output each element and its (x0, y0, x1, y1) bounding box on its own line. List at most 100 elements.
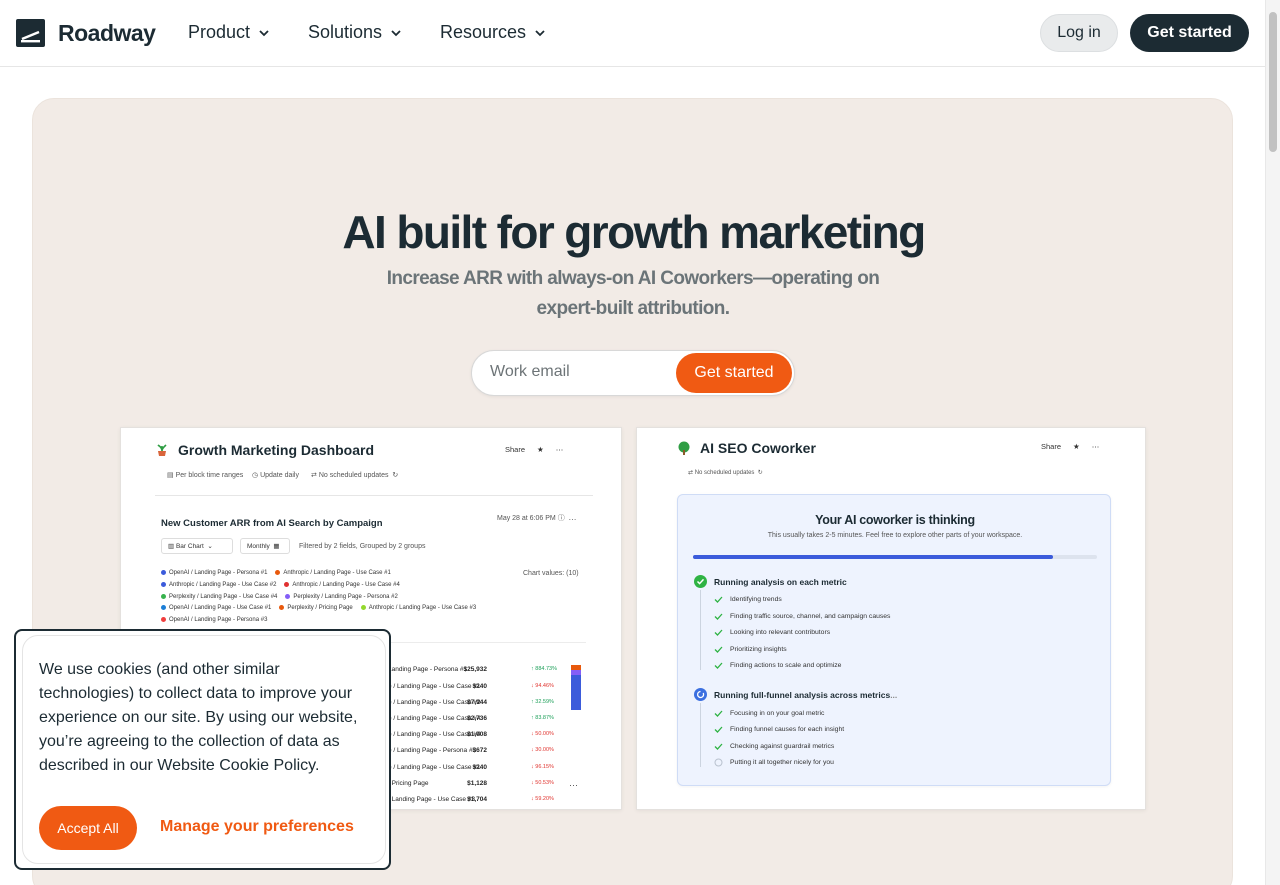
nav-product[interactable]: Product (188, 22, 270, 43)
share-button[interactable]: Share (1041, 442, 1061, 451)
legend-label: OpenAI / Landing Page - Persona #1 (169, 570, 268, 577)
nav-resources[interactable]: Resources (440, 22, 546, 43)
hero-subtitle: Increase ARR with always-on AI Coworkers… (386, 268, 880, 319)
meta-update-text: Update daily (260, 472, 299, 479)
plant-icon (157, 444, 167, 456)
period-select[interactable]: Monthly ▦ (240, 538, 290, 554)
substep: Finding actions to scale and optimize (714, 661, 841, 670)
chart-values-toggle[interactable]: Chart values: (10) (523, 570, 579, 577)
meta-time-ranges: ▤ Per block time ranges (167, 472, 244, 479)
filter-summary[interactable]: Filtered by 2 fields, Grouped by 2 group… (299, 543, 425, 550)
step-running-analysis: Running analysis on each metric (694, 575, 847, 588)
row-change: ↓ 94.46% (531, 683, 554, 689)
legend-item: OpenAI / Landing Page - Persona #1 (161, 570, 267, 576)
more-icon[interactable]: ⋯ (1092, 442, 1100, 451)
chart-type-select[interactable]: ▥ Bar Chart ⌄ (161, 538, 233, 554)
check-icon (714, 646, 723, 653)
cookie-banner: We use cookies (and other similar techno… (14, 629, 391, 870)
thinking-subtitle: This usually takes 2-5 minutes. Feel fre… (767, 532, 1023, 539)
row-value: $1,704 (467, 796, 487, 803)
period-label: Monthly (247, 542, 270, 550)
login-button[interactable]: Log in (1040, 14, 1118, 52)
legend-dot (279, 605, 285, 610)
row-name: e / Landing Page - Persona #2 (388, 747, 477, 754)
legend-dot (161, 582, 166, 587)
seo-header-actions: Share ★ ⋯ (1041, 442, 1099, 451)
row-name: Landing Page - Persona #1 (388, 666, 468, 673)
row-name: e / Landing Page - Use Case #1 (388, 683, 481, 690)
legend-dot (285, 594, 291, 599)
tree-icon (678, 441, 690, 455)
substep-label: Focusing in on your goal metric (730, 710, 825, 717)
row-name: / Landing Page - Use Case #3 (388, 796, 476, 803)
meta-update: ◷ Update daily (252, 472, 299, 479)
substep: Focusing in on your goal metric (714, 709, 824, 718)
star-icon[interactable]: ★ (537, 445, 544, 454)
chart-timestamp-text: May 28 at 6:06 PM (497, 515, 556, 522)
row-value: $672 (472, 747, 487, 754)
row-name: / Pricing Page (388, 780, 429, 787)
bar-segment (571, 665, 581, 670)
meta-time-ranges-text: Per block time ranges (175, 472, 244, 479)
check-icon (714, 710, 723, 717)
substep: Finding funnel causes for each insight (714, 725, 844, 734)
nav-product-label: Product (188, 22, 251, 42)
bar-segment (571, 670, 581, 675)
legend-label: Perplexity / Landing Page - Use Case #4 (169, 594, 278, 601)
hero-get-started-button[interactable]: Get started (676, 353, 792, 393)
scrollbar-thumb[interactable] (1269, 12, 1277, 152)
step-connector (700, 703, 701, 767)
more-icon[interactable]: ⋯ (556, 445, 564, 454)
legend-item: Perplexity / Landing Page - Persona #2 (285, 594, 398, 600)
accept-all-button[interactable]: Accept All (39, 806, 137, 850)
dashboard-header-actions: Share ★ ⋯ (505, 445, 563, 454)
legend-label: Anthropic / Landing Page - Use Case #2 (169, 582, 277, 589)
seo-schedule-meta: ⇄ No scheduled updates ↻ (688, 470, 763, 476)
substep: Prioritizing insights (714, 645, 787, 654)
row-change: ↑ 32.59% (531, 699, 554, 705)
row-value: $1,128 (467, 780, 487, 787)
seo-coworker-card: AI SEO Coworker Share ★ ⋯ ⇄ No scheduled… (636, 427, 1146, 810)
dashboard-title: Growth Marketing Dashboard (155, 442, 374, 458)
substep: Finding traffic source, channel, and cam… (714, 612, 890, 621)
chart-type-label: Bar Chart (175, 542, 204, 550)
cookie-message: We use cookies (and other similar techno… (39, 661, 358, 774)
legend-dot (275, 570, 281, 575)
row-change: ↓ 50.00% (531, 731, 554, 737)
nav-solutions[interactable]: Solutions (308, 22, 402, 43)
get-started-button[interactable]: Get started (1130, 14, 1249, 52)
row-value: $7,944 (467, 699, 487, 706)
legend-row-5: OpenAI / Landing Page - Persona #3 (161, 617, 267, 623)
check-circle-icon (694, 575, 707, 588)
substep: Looking into relevant contributors (714, 628, 830, 637)
check-icon (714, 726, 723, 733)
legend-dot (360, 605, 366, 610)
legend-dot (161, 594, 166, 599)
seo-title-text: AI SEO Coworker (700, 440, 816, 456)
substep: Identifying trends (714, 595, 782, 604)
legend-item: Anthropic / Landing Page - Use Case #2 (161, 582, 276, 588)
email-signup-form: Get started (471, 350, 795, 396)
chevron-down-icon (259, 29, 269, 36)
ellipsis: ... (890, 689, 898, 700)
scrollbar[interactable] (1265, 0, 1280, 885)
more-icon[interactable]: ⋯ (569, 780, 578, 791)
row-value: $25,932 (463, 666, 488, 673)
brand-name: Roadway (58, 19, 156, 46)
substep-label: Looking into relevant contributors (730, 629, 831, 636)
brand-logo[interactable]: Roadway (16, 19, 156, 47)
legend-row-4: OpenAI / Landing Page - Use Case #1 Perp… (161, 605, 476, 611)
row-change: ↓ 96.15% (531, 764, 554, 770)
legend-item: Anthropic / Landing Page - Use Case #3 (360, 605, 476, 611)
share-button[interactable]: Share (505, 445, 525, 454)
row-value: $1,008 (467, 731, 487, 738)
row-value: $240 (472, 764, 487, 771)
substep-label: Prioritizing insights (730, 646, 787, 653)
star-icon[interactable]: ★ (1073, 442, 1080, 451)
legend-dot (161, 617, 166, 622)
substep-label: Finding actions to scale and optimize (730, 662, 842, 669)
step-label: Running analysis on each metric (714, 576, 847, 587)
work-email-input[interactable] (490, 363, 670, 381)
cookie-banner-panel: We use cookies (and other similar techno… (22, 635, 386, 864)
manage-preferences-link[interactable]: Manage your preferences (160, 818, 354, 836)
